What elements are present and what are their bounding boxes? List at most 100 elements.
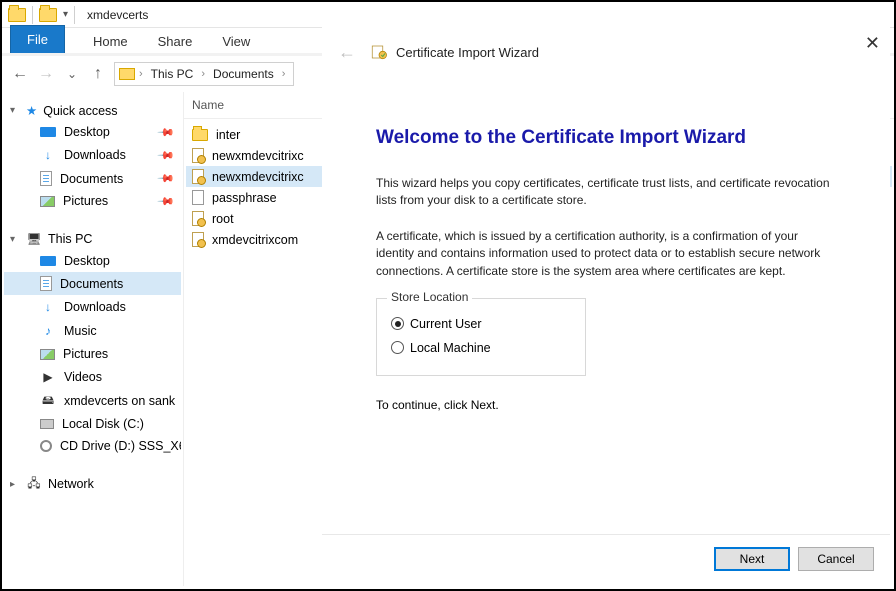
sidebar-item-this-pc[interactable]: ▾ 🖥 This PC [4,228,181,250]
sidebar-item-downloads[interactable]: ↓Downloads📌 [4,143,181,167]
up-button[interactable]: ↑ [88,64,108,84]
close-button[interactable]: ✕ [865,33,880,54]
document-icon [40,276,52,291]
next-button[interactable]: Next [714,547,790,571]
sidebar-item-network[interactable]: ▸ 🖧 Network [4,473,181,495]
sidebar-item-desktop[interactable]: Desktop📌 [4,121,181,143]
sidebar-item-videos[interactable]: ▶ Videos [4,365,181,389]
file-name: newxmdevcitrixc [212,170,304,184]
certificate-wizard-icon [370,43,388,61]
sidebar-item-pictures[interactable]: Pictures [4,343,181,365]
window-title: xmdevcerts [87,8,148,22]
disk-icon [40,419,54,429]
wizard-header: ← Certificate Import Wizard ✕ [322,27,890,77]
sidebar-group-quick-access: ▾ ★ Quick access Desktop📌 ↓Downloads📌 Do… [4,100,181,212]
sidebar-label: Downloads [64,148,126,162]
forward-button[interactable]: → [36,64,56,84]
back-button[interactable]: ← [338,42,356,63]
sidebar-item-network-drive[interactable]: 🖴 xmdevcerts on sank [4,389,181,413]
sidebar-label: Desktop [64,254,110,268]
chevron-right-icon[interactable]: › [282,68,286,80]
tab-home[interactable]: Home [91,30,130,53]
pin-icon: 📌 [157,192,176,211]
radio-label: Current User [410,317,482,331]
file-tab[interactable]: File [10,25,65,53]
radio-button-icon [391,341,404,354]
back-button[interactable]: ← [10,64,30,84]
wizard-paragraph: This wizard helps you copy certificates,… [376,175,836,210]
sidebar-label: Pictures [63,194,108,208]
title-bar: ▾ xmdevcerts [2,2,894,28]
sidebar-item-documents[interactable]: Documents [4,272,181,295]
wizard-button-row: Next Cancel [714,547,874,571]
groupbox-label: Store Location [387,290,472,304]
sidebar-label: This PC [48,232,92,246]
certificate-icon [192,232,204,247]
text-file-icon [192,190,204,205]
chevron-down-icon[interactable]: ▾ [63,9,68,20]
chevron-down-icon[interactable]: ▾ [10,105,15,116]
wizard-paragraph: A certificate, which is issued by a cert… [376,228,836,280]
folder-icon [192,129,208,141]
recent-locations-button[interactable]: ⌄ [62,64,82,84]
sidebar-group-this-pc: ▾ 🖥 This PC Desktop Documents ↓Downloads… [4,228,181,457]
sidebar-label: xmdevcerts on sank [64,394,175,408]
sidebar-item-cd-drive[interactable]: CD Drive (D:) SSS_X6 [4,435,181,457]
music-icon: ♪ [40,323,56,339]
sidebar-item-desktop[interactable]: Desktop [4,250,181,272]
sidebar-item-pictures[interactable]: Pictures 📌 [4,190,181,212]
cancel-button[interactable]: Cancel [798,547,874,571]
videos-icon: ▶ [40,369,56,385]
sidebar-label: Network [48,477,94,491]
sidebar-item-downloads[interactable]: ↓Downloads [4,295,181,319]
chevron-right-icon[interactable]: ▸ [10,479,15,490]
sidebar-item-music[interactable]: ♪Music [4,319,181,343]
sidebar-label: Documents [60,277,123,291]
chevron-right-icon[interactable]: › [139,68,143,80]
certificate-import-wizard: ← Certificate Import Wizard ✕ Welcome to… [322,27,890,585]
breadcrumb-item[interactable]: Documents [209,67,278,81]
navigation-pane: ▾ ★ Quick access Desktop📌 ↓Downloads📌 Do… [2,92,184,586]
sidebar-label: Desktop [64,125,110,139]
sidebar-label: Downloads [64,300,126,314]
tab-view[interactable]: View [220,30,252,53]
breadcrumb-item[interactable]: This PC [147,67,198,81]
separator [32,6,33,24]
file-name: newxmdevcitrixc [212,149,304,163]
store-location-group: Store Location Current User Local Machin… [376,298,586,376]
drive-icon: 🖴 [40,393,56,409]
wizard-title: Certificate Import Wizard [396,45,539,60]
document-icon [40,171,52,186]
chevron-down-icon[interactable]: ▾ [10,234,15,245]
pictures-icon [40,349,55,360]
address-bar[interactable]: › This PC › Documents › [114,62,294,86]
certificate-icon [192,169,204,184]
sidebar-item-documents[interactable]: Documents 📌 [4,167,181,190]
sidebar-label: Local Disk (C:) [62,417,144,431]
chevron-right-icon[interactable]: › [201,68,205,80]
radio-current-user[interactable]: Current User [391,317,571,331]
desktop-icon [40,127,56,137]
sidebar-label: CD Drive (D:) SSS_X6 [60,439,181,453]
tab-share[interactable]: Share [156,30,195,53]
radio-label: Local Machine [410,341,491,355]
sidebar-item-quick-access[interactable]: ▾ ★ Quick access [4,100,181,121]
wizard-heading: Welcome to the Certificate Import Wizard [376,127,836,149]
pin-icon: 📌 [157,169,176,188]
sidebar-label: Videos [64,370,102,384]
radio-local-machine[interactable]: Local Machine [391,341,571,355]
folder-icon[interactable] [39,8,57,22]
radio-button-icon [391,317,404,330]
sidebar-item-local-disk[interactable]: Local Disk (C:) [4,413,181,435]
download-icon: ↓ [40,147,56,163]
wizard-continue-text: To continue, click Next. [376,398,836,412]
cd-icon [40,440,52,452]
sidebar-label: Documents [60,172,123,186]
sidebar-label: Quick access [43,104,117,118]
star-icon: ★ [26,103,37,118]
wizard-body: Welcome to the Certificate Import Wizard… [322,77,890,422]
quick-access-toolbar: ▾ [2,6,81,24]
folder-icon [8,8,26,22]
separator [74,6,75,24]
desktop-icon [40,256,56,266]
